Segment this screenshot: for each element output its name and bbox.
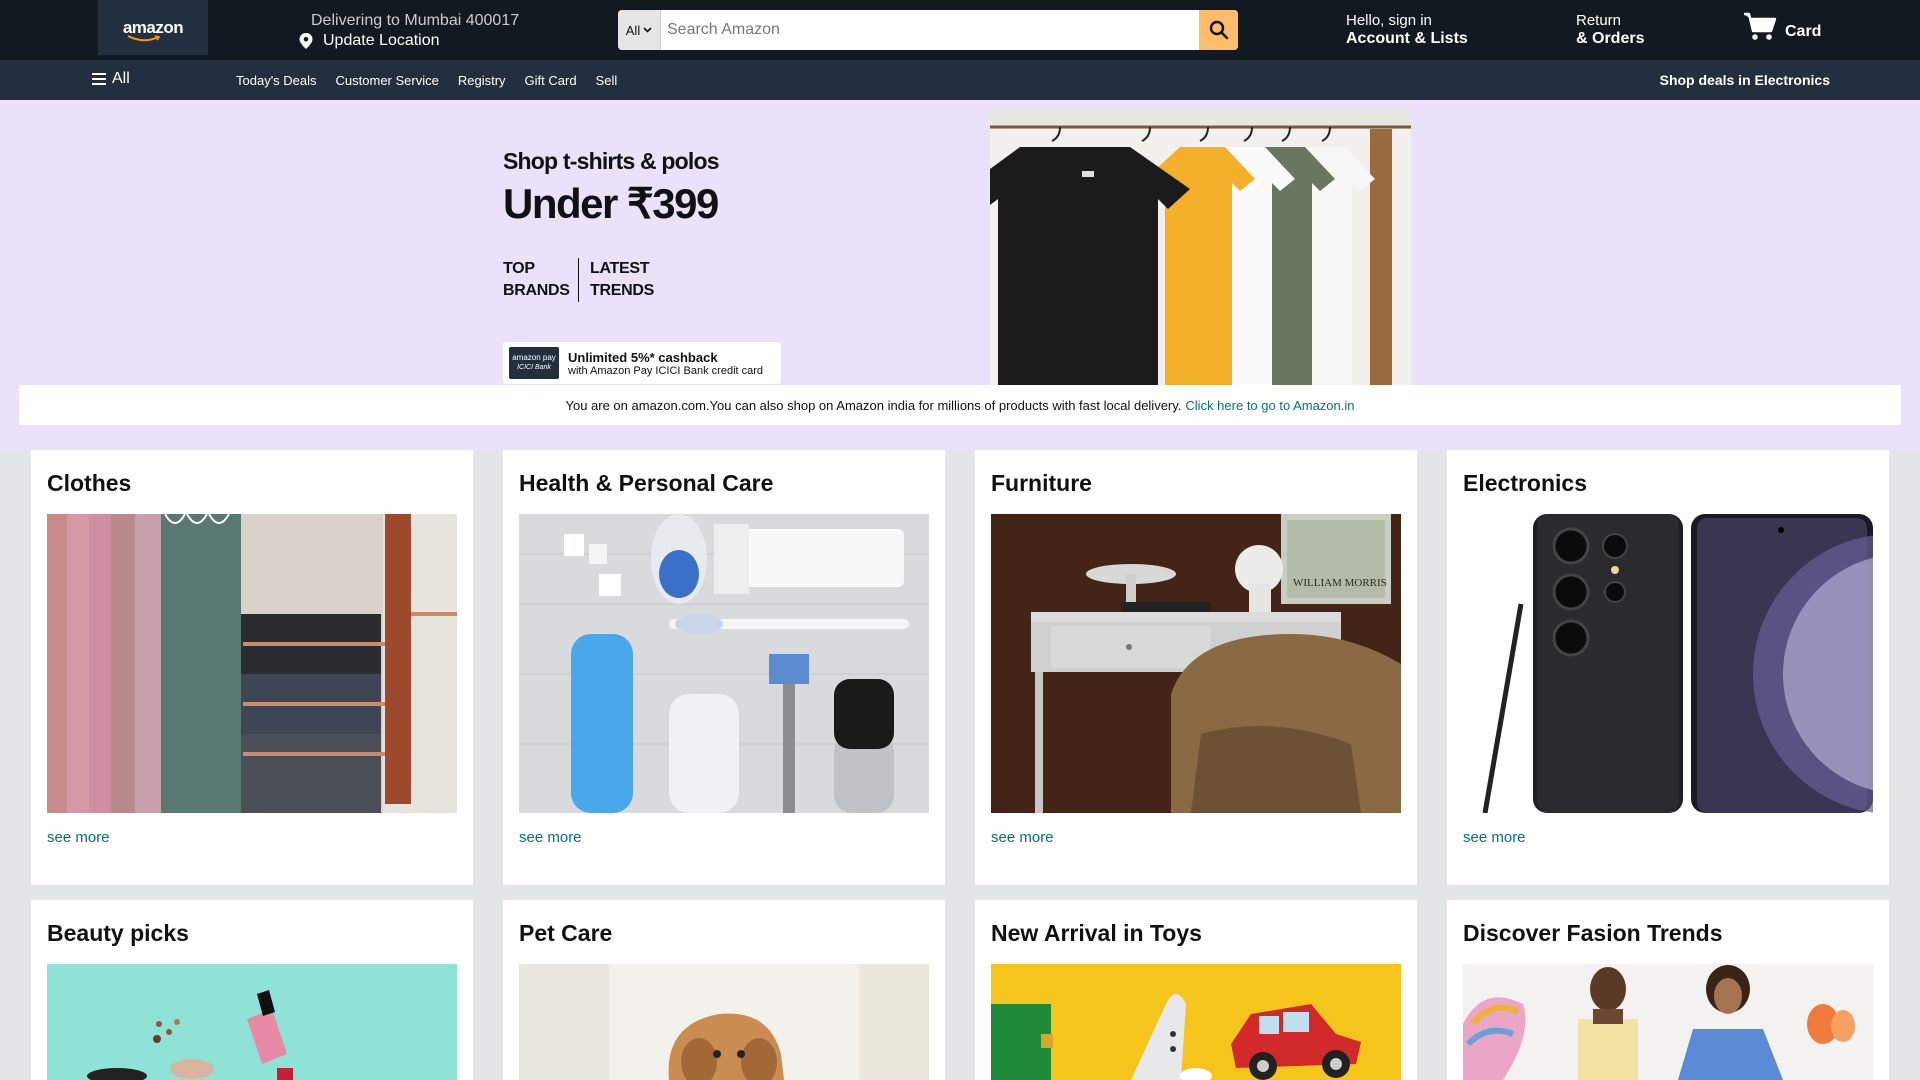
- hamburger-icon: [92, 73, 106, 85]
- fashion-image[interactable]: [1463, 964, 1873, 1080]
- card-title: Clothes: [47, 470, 132, 496]
- orders-label: & Orders: [1576, 30, 1645, 47]
- subnav-todays-deals[interactable]: Today's Deals: [236, 73, 317, 88]
- furniture-image[interactable]: WILLIAM MORRIS: [991, 514, 1401, 813]
- returns-orders[interactable]: Return & Orders: [1576, 12, 1644, 48]
- svg-text:WILLIAM MORRIS: WILLIAM MORRIS: [1293, 577, 1387, 589]
- amazon-india-notice: You are on amazon.com.You can also shop …: [19, 385, 1901, 425]
- amazon-pay-logo: amazon pay ICICI Bank: [509, 347, 559, 379]
- all-menu-button[interactable]: All: [92, 70, 130, 88]
- category-card-health: Health & Personal Care see more: [503, 450, 945, 885]
- cart-label: Card: [1785, 23, 1822, 40]
- electronics-image[interactable]: [1463, 514, 1873, 813]
- amazon-logo[interactable]: amazon: [98, 0, 208, 55]
- see-more-link[interactable]: see more: [47, 829, 457, 846]
- category-card-toys: New Arrival in Toys: [975, 900, 1417, 1080]
- logo-smile-icon: [127, 34, 161, 41]
- search-category-label: All: [625, 22, 641, 38]
- cashback-offer: amazon pay ICICI Bank Unlimited 5%* cash…: [503, 342, 781, 384]
- search-button[interactable]: [1199, 10, 1238, 50]
- chevron-down-icon: [643, 27, 652, 33]
- account-lists[interactable]: Hello, sign in Account & Lists: [1346, 12, 1468, 48]
- account-lists-label: Account & Lists: [1346, 30, 1468, 47]
- subnav-registry[interactable]: Registry: [458, 73, 506, 88]
- top-navbar: amazon Delivering to Mumbai 400017 Updat…: [0, 0, 1920, 60]
- category-card-clothes: Clothes see more: [31, 450, 473, 885]
- search-category-select[interactable]: All: [618, 10, 661, 50]
- card-title: Discover Fasion Trends: [1463, 920, 1723, 946]
- search-bar: All: [618, 10, 1238, 50]
- subnav-sell[interactable]: Sell: [596, 73, 618, 88]
- subnav-gift-card[interactable]: Gift Card: [525, 73, 577, 88]
- card-title: Beauty picks: [47, 920, 189, 946]
- category-card-furniture: Furniture WILLIAM MORRIS see more: [975, 450, 1417, 885]
- hero-banner[interactable]: Shop t-shirts & polos Under ₹399 TOP BRAN…: [0, 100, 1920, 450]
- account-greeting: Hello, sign in: [1346, 12, 1432, 29]
- see-more-link[interactable]: see more: [519, 829, 929, 846]
- card-title: Furniture: [991, 470, 1092, 496]
- pet-care-image[interactable]: [519, 964, 929, 1080]
- card-title: New Arrival in Toys: [991, 920, 1202, 946]
- beauty-image[interactable]: [47, 964, 457, 1080]
- cart-button[interactable]: Card: [1743, 12, 1821, 42]
- category-card-pet-care: Pet Care: [503, 900, 945, 1080]
- subnav-customer-service[interactable]: Customer Service: [336, 73, 439, 88]
- category-card-fashion: Discover Fasion Trends: [1447, 900, 1889, 1080]
- clothes-image[interactable]: [47, 514, 457, 813]
- go-to-amazon-in-link[interactable]: Click here to go to Amazon.in: [1185, 398, 1354, 413]
- search-icon: [1209, 20, 1228, 40]
- hero-tag-latest-trends: LATEST TRENDS: [578, 258, 654, 302]
- hero-tag-top-brands: TOP BRANDS: [503, 260, 570, 299]
- toys-image[interactable]: [991, 964, 1401, 1080]
- see-more-link[interactable]: see more: [1463, 829, 1873, 846]
- shop-deals-electronics-link[interactable]: Shop deals in Electronics: [1660, 72, 1830, 88]
- category-card-electronics: Electronics see more: [1447, 450, 1889, 885]
- sub-navbar: All Today's Deals Customer Service Regis…: [0, 60, 1920, 100]
- card-title: Pet Care: [519, 920, 613, 946]
- returns-label: Return: [1576, 12, 1622, 29]
- location-pin-icon: [299, 33, 313, 49]
- tshirts-rack-image: [990, 109, 1411, 389]
- cashback-title: Unlimited 5%* cashback: [568, 349, 718, 365]
- cart-icon: [1744, 12, 1777, 40]
- category-card-beauty: Beauty picks: [31, 900, 473, 1080]
- hero-subtitle: Shop t-shirts & polos: [503, 148, 720, 174]
- cashback-subtitle: with Amazon Pay ICICI Bank credit card: [568, 364, 764, 377]
- notice-text: You are on amazon.com.You can also shop …: [565, 397, 1182, 413]
- card-title: Electronics: [1463, 470, 1587, 496]
- search-input[interactable]: [661, 10, 1199, 50]
- hero-price-title: Under ₹399: [503, 180, 719, 227]
- delivery-location[interactable]: Delivering to Mumbai 400017 Update Locat…: [299, 12, 519, 50]
- hero-text-block: Shop t-shirts & polos Under ₹399 TOP BRAN…: [503, 148, 720, 302]
- see-more-link[interactable]: see more: [991, 829, 1401, 846]
- card-title: Health & Personal Care: [519, 470, 774, 496]
- health-care-image[interactable]: [519, 514, 929, 813]
- update-location-label: Update Location: [323, 32, 440, 49]
- delivery-address: Delivering to Mumbai 400017: [311, 12, 520, 29]
- all-menu-label: All: [112, 70, 130, 87]
